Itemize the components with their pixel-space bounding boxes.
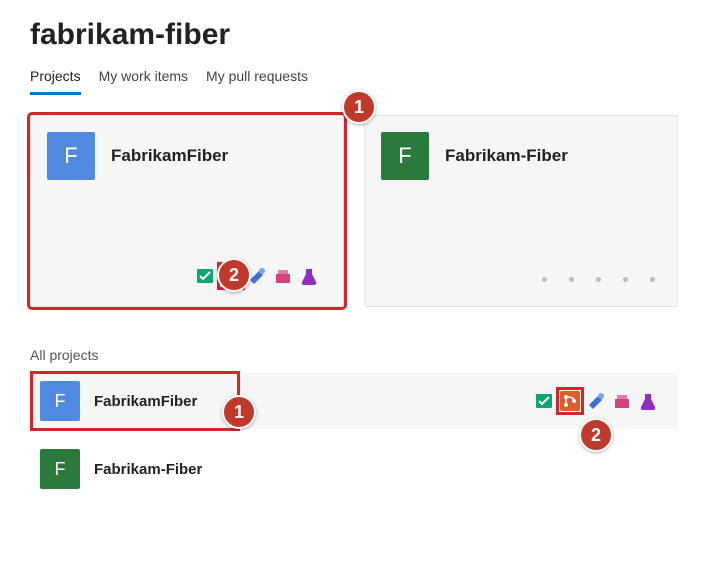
project-name: FabrikamFiber (94, 393, 197, 410)
tab-projects[interactable]: Projects (30, 64, 81, 95)
project-row-fabrikam-fiber[interactable]: F Fabrikam-Fiber (30, 441, 678, 497)
service-icons (532, 389, 660, 413)
callout-badge-2: 2 (217, 258, 251, 292)
project-card-fabrikam-fiber[interactable]: F Fabrikam-Fiber (364, 115, 678, 307)
pipelines-icon[interactable] (584, 389, 608, 413)
project-name: FabrikamFiber (111, 146, 228, 166)
test-plans-icon[interactable] (636, 389, 660, 413)
project-name: Fabrikam-Fiber (445, 146, 568, 166)
project-cards: F FabrikamFiber (30, 105, 678, 307)
project-tile: F (40, 381, 80, 421)
project-card-fabrikamfiber[interactable]: F FabrikamFiber (30, 115, 344, 307)
boards-icon[interactable] (532, 389, 556, 413)
repos-icon[interactable] (558, 389, 582, 413)
callout-badge-1: 1 (342, 90, 376, 124)
project-row-fabrikamfiber[interactable]: F FabrikamFiber (30, 373, 678, 429)
callout-badge-2b: 2 (579, 418, 613, 452)
artifacts-icon[interactable] (271, 264, 295, 288)
placeholder-dots (542, 277, 655, 282)
project-name: Fabrikam-Fiber (94, 461, 202, 478)
tab-my-pull-requests[interactable]: My pull requests (206, 64, 308, 95)
tab-my-work-items[interactable]: My work items (99, 64, 188, 95)
boards-icon[interactable] (193, 264, 217, 288)
all-projects-label: All projects (30, 347, 678, 363)
project-tile: F (40, 449, 80, 489)
org-title: fabrikam-fiber (30, 18, 678, 52)
callout-badge-1b: 1 (222, 395, 256, 429)
artifacts-icon[interactable] (610, 389, 634, 413)
project-tile: F (381, 132, 429, 180)
service-icons (193, 264, 321, 288)
test-plans-icon[interactable] (297, 264, 321, 288)
project-tile: F (47, 132, 95, 180)
